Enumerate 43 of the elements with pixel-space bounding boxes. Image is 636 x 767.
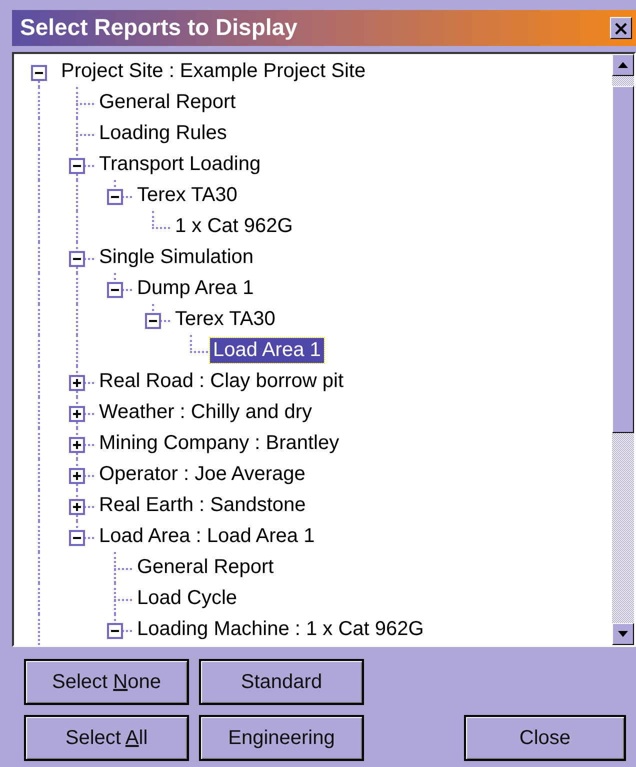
dialog-button[interactable]: Standard (199, 659, 364, 705)
expand-icon[interactable] (69, 374, 85, 391)
expand-icon[interactable] (69, 436, 85, 453)
window-title: Select Reports to Display (20, 14, 298, 42)
scroll-thumb[interactable] (612, 86, 634, 433)
tree-item[interactable]: Transport Loading (96, 152, 264, 177)
tree-item[interactable]: Real Road : Clay borrow pit (96, 368, 347, 394)
tree-item[interactable]: General Report (134, 554, 277, 580)
tree-item[interactable]: 1 x Cat 962G (172, 214, 296, 239)
collapse-icon[interactable] (69, 250, 85, 267)
scrollbar[interactable] (612, 54, 634, 645)
scroll-up-icon[interactable] (612, 54, 634, 76)
tree-item[interactable]: Load Area : Load Area 1 (96, 524, 318, 549)
tree-item[interactable]: General Report (96, 90, 239, 115)
tree-item[interactable]: Operator : Joe Average (96, 462, 308, 487)
tree-item[interactable]: Terex TA30 (172, 306, 278, 332)
scroll-down-icon[interactable] (612, 623, 634, 645)
tree-item[interactable]: Single Simulation (96, 244, 257, 270)
tree-item[interactable]: Load Area 1 (210, 338, 324, 363)
tree-item[interactable]: Mining Company : Brantley (96, 430, 342, 456)
expand-icon[interactable] (69, 468, 85, 484)
collapse-icon[interactable] (145, 312, 161, 329)
tree-item[interactable]: Project Site : Example Project Site (58, 58, 369, 84)
collapse-icon[interactable] (69, 158, 85, 174)
dialog-button[interactable]: Select None (24, 659, 189, 705)
tree-item[interactable]: Load Cycle (134, 586, 240, 611)
expand-icon[interactable] (69, 498, 85, 515)
collapse-icon[interactable] (107, 622, 123, 639)
tree-item[interactable]: Loading Rules (96, 120, 230, 146)
dialog-button[interactable]: Select All (24, 715, 189, 761)
collapse-icon[interactable] (31, 64, 47, 81)
dialog-button[interactable]: Engineering (199, 715, 364, 761)
collapse-icon[interactable] (69, 530, 85, 546)
tree-item[interactable]: Weather : Chilly and dry (96, 400, 316, 425)
expand-icon[interactable] (69, 406, 85, 422)
tree-item[interactable]: Loading Machine : 1 x Cat 962G (134, 616, 427, 642)
close-button[interactable]: × (610, 16, 632, 39)
tree-item[interactable]: Real Earth : Sandstone (96, 492, 309, 518)
dialog-button[interactable]: Close (464, 715, 626, 761)
tree-item[interactable]: Dump Area 1 (134, 276, 257, 301)
collapse-icon[interactable] (107, 188, 123, 205)
collapse-icon[interactable] (107, 282, 123, 298)
tree-item[interactable]: Terex TA30 (134, 182, 240, 208)
